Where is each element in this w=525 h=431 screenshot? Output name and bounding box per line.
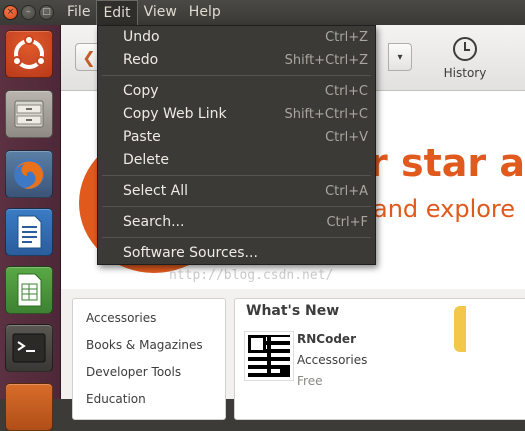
- menu-help[interactable]: Help: [183, 0, 227, 25]
- menu-item-search[interactable]: Search... Ctrl+F: [98, 212, 375, 234]
- menu-item-undo[interactable]: Undo Ctrl+Z: [98, 27, 375, 49]
- ubuntu-software-center-icon[interactable]: [5, 30, 53, 78]
- menu-item-copy[interactable]: Copy Ctrl+C: [98, 81, 375, 103]
- close-window-button[interactable]: ×: [3, 5, 18, 20]
- banner-subline: and explore: [373, 195, 516, 223]
- menu-item-shortcut: Ctrl+C: [324, 84, 368, 99]
- menu-item-delete[interactable]: Delete: [98, 150, 375, 172]
- qr-code-icon[interactable]: [245, 332, 293, 380]
- menubar: File Edit View Help: [61, 0, 227, 26]
- menu-item-redo[interactable]: Redo Shift+Ctrl+Z: [98, 50, 375, 72]
- menu-item-shortcut: Ctrl+Z: [325, 30, 368, 45]
- category-developer-tools[interactable]: Developer Tools: [86, 365, 181, 379]
- menu-item-shortcut: Ctrl+V: [325, 130, 368, 145]
- edit-menu-dropdown: Undo Ctrl+Z Redo Shift+Ctrl+Z Copy Ctrl+…: [97, 25, 376, 265]
- banner-headline: r star a: [369, 141, 525, 185]
- category-accessories[interactable]: Accessories: [86, 311, 156, 325]
- history-button[interactable]: History: [434, 33, 496, 85]
- launcher-partial-icon[interactable]: [5, 383, 53, 431]
- menu-item-label: Copy: [123, 83, 159, 99]
- menu-separator: [102, 237, 371, 238]
- history-label: History: [443, 66, 487, 80]
- menu-item-label: Copy Web Link: [123, 106, 227, 122]
- libreoffice-calc-icon[interactable]: [5, 266, 53, 314]
- files-icon[interactable]: [5, 90, 53, 138]
- menu-item-shortcut: Ctrl+F: [326, 215, 368, 230]
- menu-view[interactable]: View: [138, 0, 183, 25]
- categories-panel: Accessories Books & Magazines Developer …: [72, 298, 226, 420]
- whats-new-title: What's New: [246, 303, 340, 319]
- terminal-icon[interactable]: [5, 324, 53, 372]
- category-books-magazines[interactable]: Books & Magazines: [86, 338, 203, 352]
- menu-separator: [102, 206, 371, 207]
- app-name[interactable]: RNCoder: [297, 332, 356, 346]
- menu-item-shortcut: Shift+Ctrl+Z: [284, 53, 368, 68]
- app-category: Accessories: [297, 353, 368, 367]
- menu-item-label: Redo: [123, 52, 159, 68]
- menu-item-label: Search...: [123, 214, 185, 230]
- menu-item-paste[interactable]: Paste Ctrl+V: [98, 127, 375, 149]
- top-panel: × – □ File Edit View Help: [0, 0, 525, 26]
- chevron-down-icon[interactable]: ▾: [388, 43, 412, 71]
- libreoffice-writer-icon[interactable]: [5, 208, 53, 256]
- side-badge[interactable]: [454, 306, 466, 352]
- unity-launcher: [0, 25, 61, 431]
- menu-file[interactable]: File: [61, 0, 96, 25]
- menu-item-shortcut: Shift+Ctrl+C: [284, 107, 368, 122]
- watermark-text: http://blog.csdn.net/: [169, 268, 334, 283]
- history-icon: [453, 37, 477, 61]
- menu-edit[interactable]: Edit: [96, 0, 138, 26]
- menu-item-label: Undo: [123, 29, 160, 45]
- minimize-window-button[interactable]: –: [21, 5, 36, 20]
- menu-item-label: Delete: [123, 152, 169, 168]
- menu-item-shortcut: Ctrl+A: [325, 184, 368, 199]
- menu-separator: [102, 175, 371, 176]
- menu-item-label: Software Sources...: [123, 245, 258, 261]
- whats-new-panel: What's New RNCoder Accessories Free: [234, 298, 525, 420]
- menu-item-label: Select All: [123, 183, 188, 199]
- menu-item-software-sources[interactable]: Software Sources...: [98, 243, 375, 265]
- category-education[interactable]: Education: [86, 392, 146, 406]
- menu-item-select-all[interactable]: Select All Ctrl+A: [98, 181, 375, 203]
- menu-item-copy-web-link[interactable]: Copy Web Link Shift+Ctrl+C: [98, 104, 375, 126]
- app-price: Free: [297, 374, 323, 388]
- menu-item-label: Paste: [123, 129, 161, 145]
- firefox-icon[interactable]: [5, 150, 53, 198]
- menu-separator: [102, 75, 371, 76]
- maximize-window-button[interactable]: □: [39, 5, 54, 20]
